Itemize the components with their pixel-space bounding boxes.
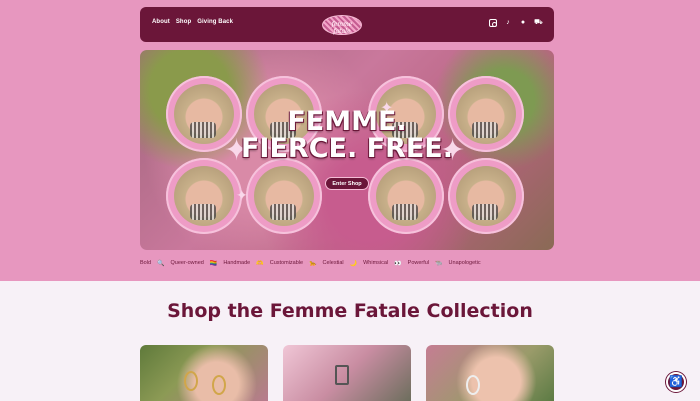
product-card[interactable] bbox=[426, 345, 554, 401]
header-icons: ♪ ● ⛟ bbox=[489, 19, 543, 27]
ticker-emoji-icon: 🏳️‍🌈 bbox=[209, 260, 218, 267]
jewelry-photo bbox=[448, 158, 524, 234]
product-card[interactable] bbox=[283, 345, 411, 401]
jewelry-photo bbox=[166, 158, 242, 234]
ticker-word: Unapologetic bbox=[448, 260, 481, 266]
ticker-emoji-icon: 🌙 bbox=[349, 260, 358, 267]
site-header: About Shop Giving Back femme fatale ♪ ● … bbox=[140, 7, 554, 42]
ticker-word: Whimsical bbox=[363, 260, 389, 266]
ticker-emoji-icon: 🔍 bbox=[157, 260, 165, 267]
earring-image bbox=[212, 375, 226, 395]
facebook-icon[interactable]: ● bbox=[519, 19, 527, 27]
product-card[interactable] bbox=[140, 345, 268, 401]
tiktok-icon[interactable]: ♪ bbox=[504, 19, 512, 27]
ticker-word: Queer-owned bbox=[170, 260, 204, 266]
section-title: Shop the Femme Fatale Collection bbox=[167, 300, 533, 322]
jewelry-photo bbox=[368, 158, 444, 234]
logo-text: femme fatale bbox=[331, 21, 353, 35]
instagram-icon[interactable] bbox=[489, 19, 497, 27]
hero-title: FEMME. FIERCE. FREE. bbox=[140, 108, 554, 162]
ticker-emoji-icon: 🐆 bbox=[309, 260, 317, 267]
ticker-emoji-icon: 🐃 bbox=[435, 260, 443, 267]
earring-image bbox=[184, 371, 198, 391]
main-nav: About Shop Giving Back bbox=[152, 19, 233, 25]
brand-logo[interactable]: femme fatale bbox=[322, 15, 362, 35]
ticker-emoji-icon: 👀 bbox=[394, 260, 402, 267]
jewelry-photo bbox=[246, 158, 322, 234]
cart-icon[interactable]: ⛟ bbox=[534, 19, 543, 27]
ticker-emoji-icon: 🫶 bbox=[256, 260, 264, 267]
nav-shop[interactable]: Shop bbox=[176, 19, 191, 25]
earring-image bbox=[466, 375, 480, 395]
sparkle-icon: ✦ bbox=[236, 187, 248, 203]
hero-title-line1: FEMME. bbox=[287, 106, 407, 137]
nav-giving-back[interactable]: Giving Back bbox=[197, 19, 233, 25]
ticker-word: Customizable bbox=[269, 260, 304, 266]
ticker-word: Powerful bbox=[407, 260, 430, 266]
enter-shop-button[interactable]: Enter Shop bbox=[325, 177, 369, 190]
nav-about[interactable]: About bbox=[152, 19, 170, 25]
ticker-word: Handmade bbox=[223, 260, 251, 266]
value-ticker: Bold 🔍 Queer-owned 🏳️‍🌈 Handmade 🫶 Customizabl… bbox=[140, 258, 554, 268]
hero-title-line2: FIERCE. FREE. bbox=[240, 133, 454, 164]
earring-image bbox=[335, 365, 349, 385]
accessibility-icon[interactable]: ♿ bbox=[666, 372, 686, 392]
ticker-word: Celestial bbox=[322, 260, 344, 266]
ticker-word: Bold bbox=[140, 260, 152, 266]
hero-banner: ✦ ✦ ✦ ✦ FEMME. FIERCE. FREE. Enter Shop bbox=[140, 50, 554, 250]
